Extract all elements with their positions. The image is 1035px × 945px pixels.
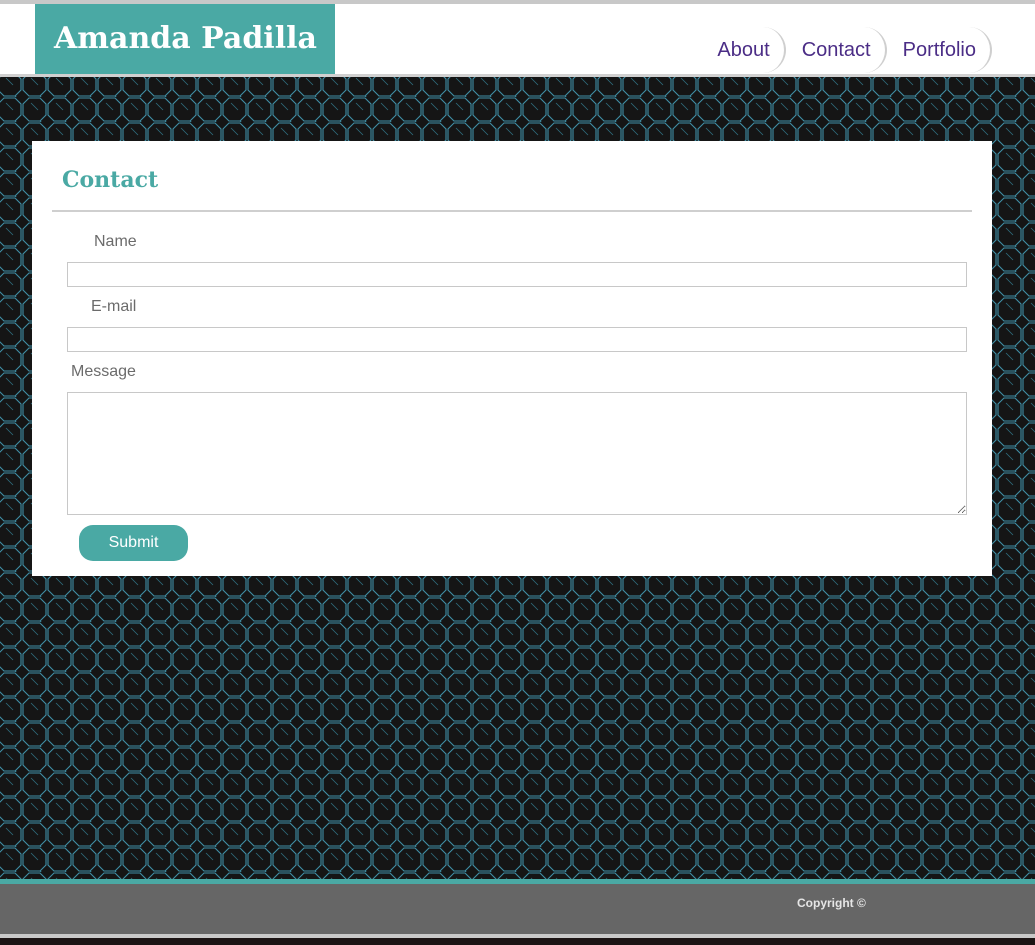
site-header: Amanda Padilla About Contact Portfolio (0, 4, 1035, 74)
email-input[interactable] (67, 327, 967, 352)
message-textarea[interactable] (67, 392, 967, 515)
copyright-text: Copyright © (797, 896, 866, 910)
contact-title: Contact (62, 167, 159, 193)
name-input[interactable] (67, 262, 967, 287)
nav-link-portfolio[interactable]: Portfolio (887, 27, 992, 73)
page: Amanda Padilla About Contact Portfolio C… (0, 0, 1035, 945)
name-label: Name (94, 233, 137, 250)
nav-link-contact[interactable]: Contact (786, 27, 887, 73)
title-divider (52, 210, 972, 212)
submit-button[interactable]: Submit (79, 525, 188, 561)
main-nav: About Contact Portfolio (701, 26, 992, 74)
brand-name[interactable]: Amanda Padilla (35, 4, 335, 74)
contact-card: Contact Name E-mail Message Submit (32, 141, 992, 576)
site-footer: Copyright © (0, 884, 1035, 934)
email-label: E-mail (91, 298, 137, 315)
message-label: Message (71, 363, 136, 380)
bottom-edge (0, 938, 1035, 945)
nav-link-about[interactable]: About (701, 27, 786, 73)
